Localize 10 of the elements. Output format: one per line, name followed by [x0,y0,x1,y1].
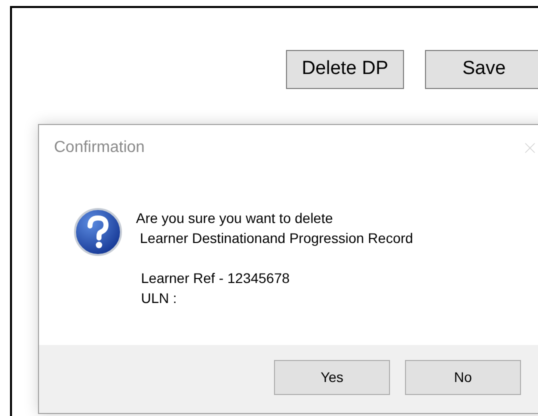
question-icon [73,207,123,257]
message-text: Learner Destinationand Progression Record [138,229,414,248]
no-button[interactable]: No [405,360,521,395]
delete-button[interactable]: Delete DP [286,50,404,89]
dialog-title: Confirmation [54,138,145,158]
detail-text: Learner Ref - 12345678 [140,269,291,288]
detail-text: ULN : [140,289,178,308]
save-button[interactable]: Save [425,50,538,89]
yes-button[interactable]: Yes [274,360,390,395]
message-text: Are you sure you want to delete [136,209,334,228]
